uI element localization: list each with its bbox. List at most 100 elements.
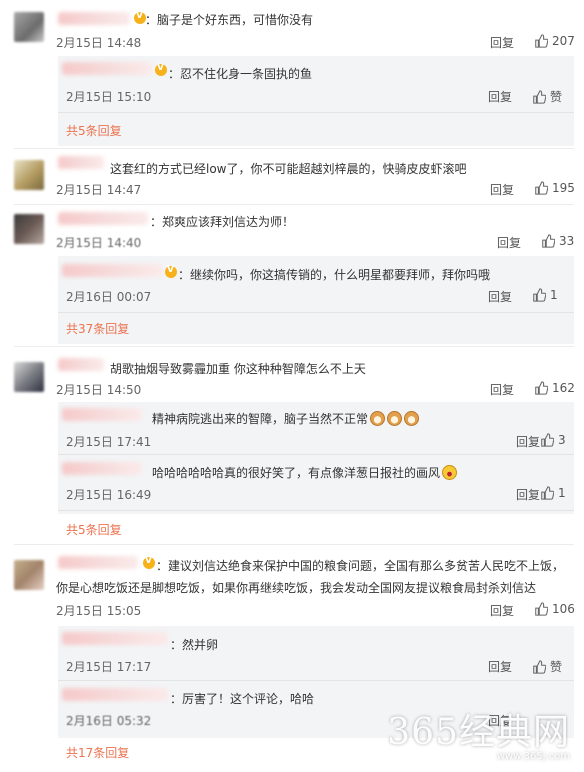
thumbs-up-icon (533, 89, 546, 104)
reply-date: 2月16日 05:32 (66, 714, 152, 728)
thumbs-up-icon (533, 659, 546, 674)
username[interactable] (58, 156, 104, 169)
like-count: 33 (559, 234, 575, 248)
username[interactable] (62, 408, 142, 421)
like-button[interactable]: 1 (540, 486, 566, 500)
reply-button[interactable]: 回复 (516, 433, 540, 450)
more-replies-link[interactable]: 共5条回复 (66, 521, 122, 538)
comment-text: ：脑子是个好东西，可惜你没有 (145, 13, 314, 27)
reply-button[interactable]: 回复 (488, 88, 512, 105)
avatar[interactable] (14, 214, 44, 244)
comment: 这套红的方式已经low了，你不可能超越刘梓晨的，快骑皮皮虾滚吧 2月15日 14… (0, 150, 584, 206)
vip-badge-icon (155, 63, 167, 76)
comment: ：郑爽应该拜刘信达为师！ 2月15日 14:40 回复 33 ：继续你吗，你这搞… (0, 206, 584, 346)
comment: ：脑子是个好东西，可惜你没有 2月15日 14:48 回复 207 ：忍不住化身… (0, 0, 584, 150)
more-replies-link[interactable]: 共17条回复 (66, 744, 129, 761)
reply-date: 2月15日 15:10 (66, 90, 152, 104)
thumbs-up-icon (535, 602, 548, 616)
username[interactable] (58, 556, 138, 569)
reply-button[interactable]: 回复 (488, 288, 512, 305)
like-count: 162 (552, 381, 575, 395)
reply-button[interactable]: 回复 (490, 181, 514, 198)
username[interactable] (62, 62, 152, 75)
divider (14, 544, 574, 545)
like-button[interactable]: 106 (534, 602, 575, 616)
vip-badge-icon (143, 556, 155, 569)
reply-box: ：忍不住化身一条固执的鱼 2月15日 15:10 回复 赞 (58, 56, 574, 146)
comment-date: 2月15日 15:05 (56, 604, 142, 618)
like-button[interactable]: 赞 (532, 658, 562, 675)
thumbs-up-icon (535, 34, 548, 48)
like-count: 1 (558, 486, 566, 500)
divider (14, 148, 574, 149)
doge-emoji-icon (370, 411, 386, 426)
reply-button[interactable]: 回复 (488, 658, 512, 675)
thumbs-up-icon (541, 486, 554, 500)
reply-text: ：忍不住化身一条固执的鱼 (168, 67, 313, 81)
doge-emoji-icon (387, 411, 403, 426)
reply-button[interactable]: 回复 (490, 602, 514, 619)
thumbs-up-icon (541, 433, 554, 447)
like-count: 赞 (550, 90, 563, 104)
doge-emoji-icon (404, 411, 420, 426)
like-count: 赞 (550, 660, 563, 674)
thumbs-up-icon (535, 181, 548, 195)
username[interactable] (62, 688, 168, 701)
reply-text: ：厉害了！这个评论，哈哈 (170, 692, 315, 706)
like-count: 1 (550, 288, 558, 302)
divider (58, 454, 574, 455)
divider (14, 346, 574, 347)
username[interactable] (62, 632, 168, 645)
like-button[interactable]: 1 (532, 288, 558, 302)
divider (14, 204, 574, 205)
reply-button[interactable]: 回复 (497, 234, 521, 251)
more-replies-link[interactable]: 共5条回复 (66, 122, 122, 139)
reply-button[interactable]: 回复 (490, 34, 514, 51)
avatar[interactable] (14, 560, 44, 590)
like-count: 3 (558, 433, 566, 447)
avatar[interactable] (14, 160, 44, 190)
comment-text: 胡歌抽烟导致雾霾加重 你这种种智障怎么不上天 (110, 362, 366, 376)
reply-box: 精神病院逃出来的智障，脑子当然不正常 2月15日 17:41 回复 3 哈哈哈哈… (58, 402, 574, 514)
like-count: 207 (552, 34, 575, 48)
reply-date: 2月15日 17:17 (66, 660, 152, 674)
avatar[interactable] (14, 362, 44, 392)
username[interactable] (58, 358, 104, 371)
username[interactable] (58, 12, 130, 25)
username[interactable] (62, 264, 162, 277)
reply-date: 2月16日 00:07 (66, 290, 152, 304)
like-button[interactable]: 33 (541, 234, 574, 248)
site-watermark: 365经典网 www.365j.com (387, 703, 570, 762)
reply-text-content: 精神病院逃出来的智障，脑子当然不正常 (152, 412, 369, 426)
comment-text: ：建议刘信达绝食来保护中国的粮食问题，全国有那么多贫苦人民吃不上饭， (156, 559, 565, 573)
laughing-emoji-icon (442, 465, 458, 480)
reply-box: ：继续你吗，你这搞传销的，什么明星都要拜师，拜你吗哦 2月16日 00:07 回… (58, 256, 574, 344)
reply-button[interactable]: 回复 (516, 486, 540, 503)
like-button[interactable]: 3 (540, 433, 566, 447)
divider (58, 112, 574, 113)
divider (58, 510, 574, 511)
username[interactable] (58, 212, 148, 225)
more-replies-link[interactable]: 共37条回复 (66, 320, 129, 337)
avatar[interactable] (14, 12, 44, 42)
reply-date: 2月15日 16:49 (66, 488, 152, 502)
comment-text: ：郑爽应该拜刘信达为师！ (150, 215, 295, 229)
comment-date: 2月15日 14:47 (56, 183, 142, 197)
like-button[interactable]: 赞 (532, 88, 562, 105)
divider (58, 680, 574, 681)
comment-date: 2月15日 14:48 (56, 36, 142, 50)
comment-text: 这套红的方式已经low了，你不可能超越刘梓晨的，快骑皮皮虾滚吧 (110, 162, 467, 176)
vip-badge-icon (165, 265, 177, 278)
like-button[interactable]: 162 (534, 381, 575, 395)
divider (58, 312, 574, 313)
thumbs-up-icon (542, 234, 555, 248)
like-button[interactable]: 195 (534, 181, 575, 195)
username[interactable] (62, 462, 142, 475)
reply-text: 哈哈哈哈哈哈真的很好笑了，有点像洋葱日报社的画风 (152, 464, 458, 481)
like-count: 195 (552, 181, 575, 195)
reply-button[interactable]: 回复 (490, 381, 514, 398)
reply-text-content: 哈哈哈哈哈哈真的很好笑了，有点像洋葱日报社的画风 (152, 466, 441, 480)
thumbs-up-icon (533, 288, 546, 302)
like-button[interactable]: 207 (534, 34, 575, 48)
reply-text: ：继续你吗，你这搞传销的，什么明星都要拜师，拜你吗哦 (178, 268, 491, 282)
